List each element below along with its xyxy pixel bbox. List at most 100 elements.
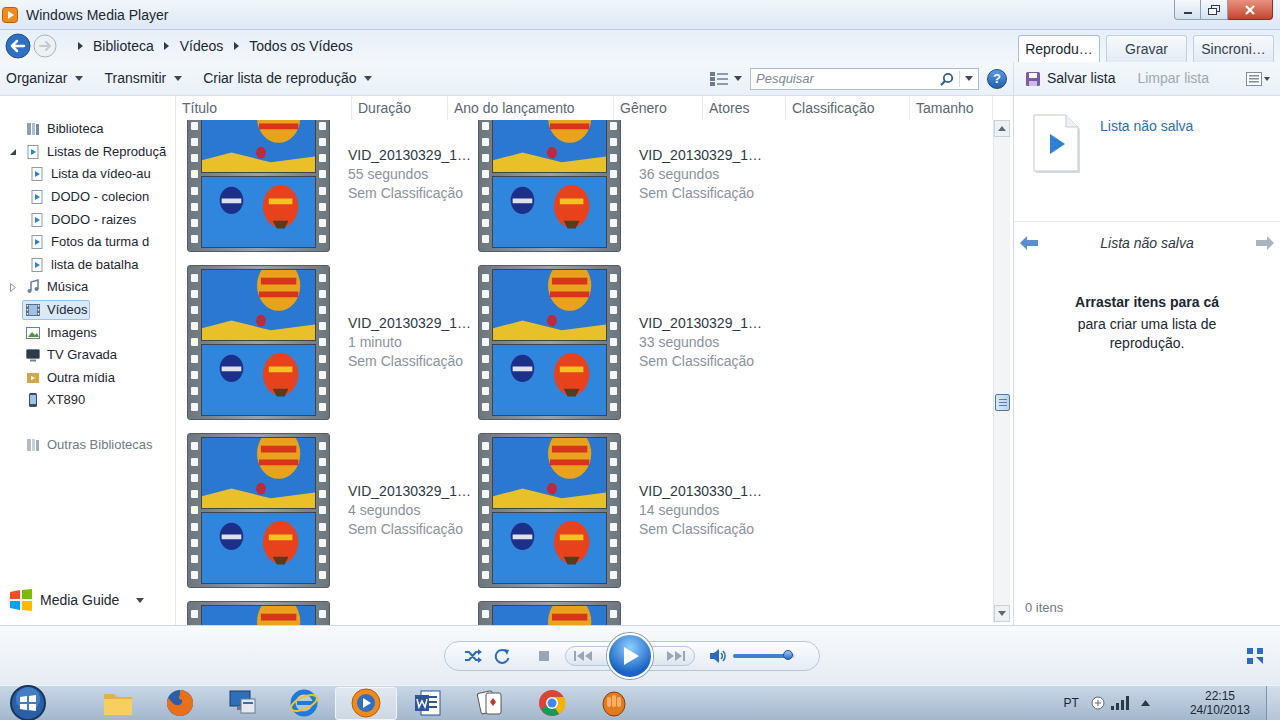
folder-icon: [102, 687, 134, 719]
back-arrow-icon[interactable]: [5, 33, 31, 59]
taskbar-button[interactable]: [459, 687, 521, 720]
search-icon[interactable]: [938, 72, 956, 86]
next-button[interactable]: [650, 646, 695, 666]
tabs: Reprodu…GravarSincroni…: [1013, 30, 1274, 62]
library-item[interactable]: Vídeos: [0, 299, 175, 322]
show-desktop-button[interactable]: [1266, 686, 1280, 720]
video-tile[interactable]: VID_20130329_1…1 minutoSem Classificação: [187, 265, 478, 420]
video-tile[interactable]: [187, 601, 478, 625]
network-icon[interactable]: [1111, 696, 1129, 710]
column-header[interactable]: Classificação: [786, 96, 910, 120]
maximize-button[interactable]: [1201, 0, 1228, 20]
playlist-item[interactable]: Lista da vídeo-au: [0, 163, 175, 186]
taskbar-button[interactable]: [335, 687, 397, 720]
library-item[interactable]: Biblioteca: [0, 118, 175, 141]
taskbar-button[interactable]: [87, 687, 149, 720]
help-button[interactable]: ?: [987, 69, 1007, 89]
library-item[interactable]: TV Gravada: [0, 344, 175, 367]
volume-slider[interactable]: [733, 654, 795, 658]
list-nav-title: Lista não salva: [1038, 233, 1256, 254]
volume-thumb[interactable]: [783, 650, 793, 660]
repeat-icon[interactable]: [493, 647, 511, 665]
stop-icon[interactable]: [536, 649, 552, 663]
tab[interactable]: Gravar: [1106, 35, 1187, 62]
language-bar-icon[interactable]: [1091, 696, 1105, 710]
save-list-button[interactable]: Salvar lista: [1025, 68, 1115, 89]
toolbar-menu[interactable]: Organizar: [6, 68, 83, 89]
language-indicator[interactable]: PT: [1064, 694, 1079, 712]
previous-button[interactable]: [565, 646, 610, 666]
column-header[interactable]: Título: [176, 96, 352, 120]
video-thumbnail: [187, 601, 330, 625]
shuffle-icon[interactable]: [464, 648, 482, 664]
switch-to-now-playing-icon[interactable]: [1247, 648, 1263, 664]
breadcrumb-item[interactable]: Todos os Vídeos: [249, 36, 353, 57]
column-header[interactable]: Ano do lançamento: [448, 96, 614, 120]
search-input[interactable]: [751, 69, 938, 89]
library-item[interactable]: Listas de Reproduçã: [0, 141, 175, 164]
show-hidden-icons-icon[interactable]: [1141, 700, 1150, 706]
taskbar-button[interactable]: [397, 687, 459, 720]
playlist-item[interactable]: Fotos da turma d: [0, 231, 175, 254]
playlist-icon: [1033, 114, 1083, 176]
collapsed-triangle-icon[interactable]: [9, 283, 17, 292]
column-header[interactable]: Gênero: [614, 96, 703, 120]
video-tile[interactable]: VID_20130330_1…14 segundosSem Classifica…: [478, 433, 769, 588]
library-item[interactable]: Imagens: [0, 321, 175, 344]
library-item[interactable]: Outras Bibliotecas: [0, 434, 175, 457]
view-options[interactable]: [710, 72, 742, 86]
dropdown-icon[interactable]: [963, 76, 975, 81]
close-button[interactable]: [1228, 0, 1273, 20]
taskbar-button[interactable]: [273, 687, 335, 720]
start-button-icon[interactable]: [9, 684, 47, 720]
column-header-label: Tamanho: [916, 98, 974, 119]
column-header[interactable]: Tamanho: [910, 96, 993, 120]
taskbar-button[interactable]: [149, 687, 211, 720]
expanded-triangle-icon[interactable]: [9, 148, 17, 156]
word-icon: [412, 687, 444, 719]
forward-arrow-icon[interactable]: [33, 34, 57, 58]
list-options-icon[interactable]: [1246, 72, 1270, 86]
tab[interactable]: Sincroni…: [1193, 35, 1274, 62]
column-header[interactable]: Duração: [352, 96, 448, 120]
scroll-up-button[interactable]: [994, 120, 1010, 137]
media-guide-button[interactable]: Media Guide: [0, 589, 175, 611]
scrollbar-thumb[interactable]: [995, 394, 1010, 411]
tab[interactable]: Reprodu…: [1018, 35, 1100, 62]
volume-icon[interactable]: [709, 648, 727, 664]
video-tile[interactable]: VID_20130329_1…36 segundosSem Classifica…: [478, 120, 769, 252]
video-tile[interactable]: VID_20130329_1…33 segundosSem Classifica…: [478, 265, 769, 420]
video-duration: 33 segundos: [639, 333, 762, 352]
library-item[interactable]: XT890: [0, 389, 175, 412]
video-tile[interactable]: [478, 601, 769, 625]
playlist-item[interactable]: DODO - raizes: [0, 208, 175, 231]
breadcrumb-item[interactable]: Vídeos: [180, 36, 224, 57]
video-tile[interactable]: VID_20130329_1…4 segundosSem Classificaç…: [187, 433, 478, 588]
playlist-item[interactable]: lista de batalha: [0, 254, 175, 277]
video-thumbnail: [187, 265, 330, 420]
play-button[interactable]: [607, 633, 653, 679]
playlist-item[interactable]: DODO - colecion: [0, 186, 175, 209]
column-header[interactable]: Atores: [703, 96, 786, 120]
chrome-icon: [536, 687, 568, 719]
clear-list-button[interactable]: Limpar lista: [1137, 68, 1209, 89]
taskbar-button[interactable]: [521, 687, 583, 720]
list-title[interactable]: Lista não salva: [1100, 116, 1193, 137]
video-thumbnail: [187, 120, 330, 252]
library-item[interactable]: Música: [0, 276, 175, 299]
breadcrumb-item[interactable]: Biblioteca: [93, 36, 154, 57]
next-icon: [665, 650, 685, 662]
minimize-button[interactable]: [1174, 0, 1201, 20]
previous-list-arrow-icon[interactable]: [1020, 236, 1038, 250]
library-item[interactable]: Outra mídia: [0, 367, 175, 390]
video-tile[interactable]: VID_20130329_1…55 segundosSem Classifica…: [187, 120, 478, 252]
clock[interactable]: 22:1524/10/2013: [1190, 689, 1250, 717]
taskbar-button[interactable]: [211, 687, 273, 720]
video-title: VID_20130329_1…: [639, 314, 762, 333]
taskbar-button[interactable]: [583, 687, 645, 720]
next-list-arrow-icon[interactable]: [1256, 236, 1274, 250]
scroll-down-button[interactable]: [994, 605, 1010, 622]
video-frame: [201, 176, 316, 248]
toolbar-menu[interactable]: Criar lista de reprodução: [203, 68, 372, 89]
toolbar-menu[interactable]: Transmitir: [104, 68, 182, 89]
